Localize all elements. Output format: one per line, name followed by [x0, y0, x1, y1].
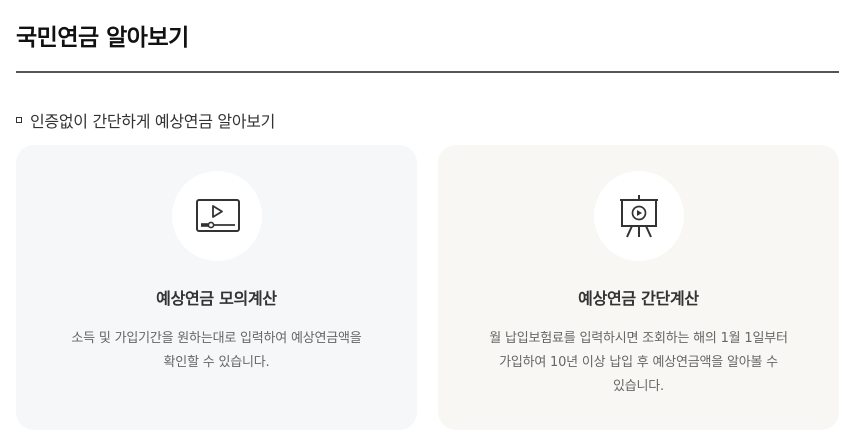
section-heading-text: 인증없이 간단하게 예상연금 알아보기: [30, 112, 276, 131]
title-divider: [16, 71, 839, 73]
presentation-board-icon: [594, 171, 684, 261]
simple-calculation-card[interactable]: 예상연금 간단계산 월 납입보험료를 입력하시면 조회하는 해의 1월 1일부터…: [438, 145, 839, 430]
page-title: 국민연금 알아보기: [16, 25, 189, 51]
card-description-line: 소득 및 가입기간을 원하는대로 입력하여 예상연금액을: [71, 331, 362, 346]
video-player-icon: [172, 171, 262, 261]
card-description-line: 월 납입보험료를 입력하시면 조회하는 해의 1월 1일부터: [489, 331, 788, 346]
square-bullet-icon: [16, 117, 22, 123]
card-title: 예상연금 간단계산: [578, 289, 699, 308]
card-description: 소득 및 가입기간을 원하는대로 입력하여 예상연금액을 확인할 수 있습니다.: [56, 327, 377, 375]
card-description-line: 가입하여 10년 이상 납입 후 예상연금액을 알아볼 수: [499, 355, 778, 370]
section-heading: 인증없이 간단하게 예상연금 알아보기: [16, 108, 275, 132]
card-title: 예상연금 모의계산: [156, 289, 277, 308]
mock-calculation-card[interactable]: 예상연금 모의계산 소득 및 가입기간을 원하는대로 입력하여 예상연금액을 확…: [16, 145, 417, 430]
card-description: 월 납입보험료를 입력하시면 조회하는 해의 1월 1일부터 가입하여 10년 …: [478, 327, 799, 399]
card-description-line: 있습니다.: [613, 379, 664, 394]
card-description-line: 확인할 수 있습니다.: [163, 355, 270, 370]
